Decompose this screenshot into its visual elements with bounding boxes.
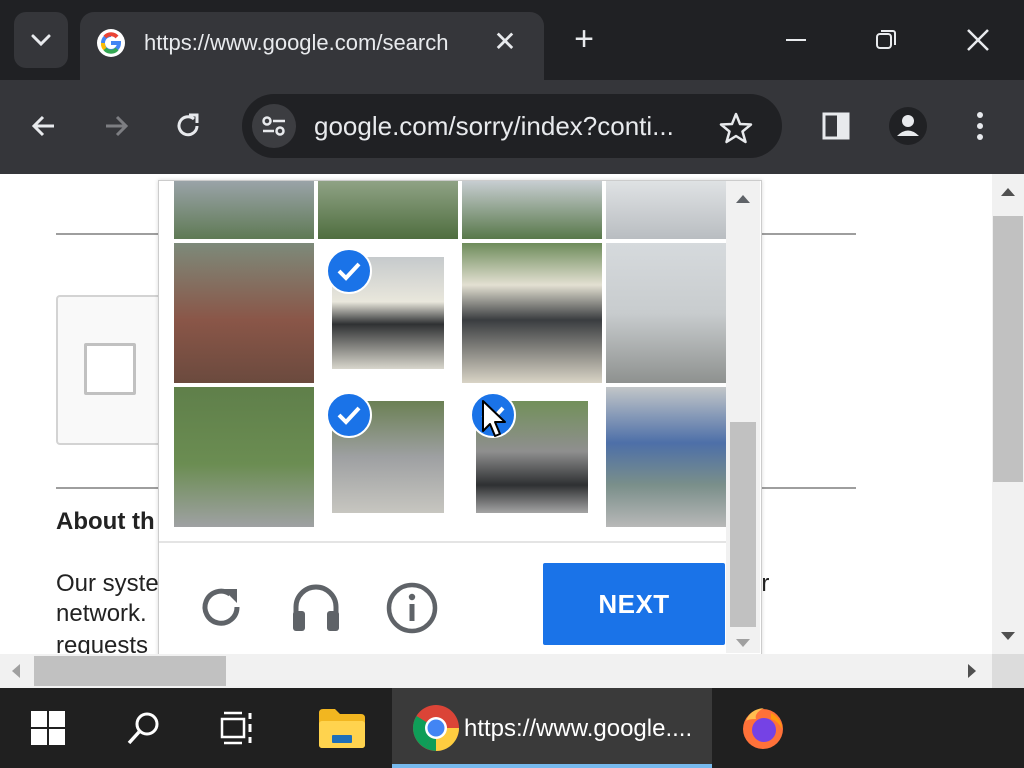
tab-search-button[interactable] xyxy=(14,12,68,68)
challenge-scrollbar[interactable] xyxy=(726,181,760,653)
scrollbar-corner xyxy=(992,654,1024,688)
section-heading: About th xyxy=(56,508,155,535)
tab-close-icon[interactable]: ✕ xyxy=(490,28,520,58)
chrome-icon xyxy=(413,705,459,751)
scroll-up-arrow-icon[interactable] xyxy=(735,193,751,205)
tab-title: https://www.google.com/search xyxy=(144,30,449,55)
minimize-button[interactable] xyxy=(776,20,816,60)
browser-toolbar: google.com/sorry/index?conti... xyxy=(0,80,1024,174)
arrow-right-icon xyxy=(106,115,129,137)
taskbar-chrome-button[interactable]: https://www.google.... xyxy=(392,688,712,768)
side-panel-button[interactable] xyxy=(816,106,856,146)
recaptcha-checkbox[interactable] xyxy=(84,343,136,395)
browser-tab[interactable]: https://www.google.com/search ✕ xyxy=(80,12,544,80)
mouse-cursor-icon xyxy=(482,400,506,437)
google-g-icon xyxy=(97,29,125,57)
scroll-down-arrow-icon[interactable] xyxy=(1000,630,1016,642)
taskbar-search-button[interactable] xyxy=(114,688,174,768)
scroll-right-arrow-icon[interactable] xyxy=(966,663,978,679)
url-text[interactable]: google.com/sorry/index?conti... xyxy=(314,110,714,142)
file-explorer-icon xyxy=(319,709,365,748)
image-tile[interactable] xyxy=(462,181,602,239)
minimize-icon xyxy=(786,39,806,41)
horizontal-scrollbar-thumb[interactable] xyxy=(34,656,226,686)
challenge-footer: NEXT xyxy=(159,541,727,659)
image-tile[interactable] xyxy=(606,387,726,527)
image-tile[interactable] xyxy=(174,387,314,527)
star-icon[interactable] xyxy=(718,110,754,146)
scroll-left-arrow-icon[interactable] xyxy=(10,663,22,679)
info-icon[interactable] xyxy=(385,581,439,635)
site-info-button[interactable] xyxy=(252,104,296,148)
firefox-icon xyxy=(743,708,783,749)
taskbar-chrome-label: https://www.google.... xyxy=(464,715,693,742)
challenge-scrollbar-thumb[interactable] xyxy=(730,422,756,627)
page-vertical-scrollbar[interactable] xyxy=(992,174,1024,654)
image-tile[interactable] xyxy=(462,243,602,383)
headphones-icon[interactable] xyxy=(289,581,343,633)
taskbar-firefox-button[interactable] xyxy=(732,688,794,768)
image-tile[interactable] xyxy=(174,243,314,383)
image-tile[interactable] xyxy=(174,181,314,239)
recaptcha-challenge: NEXT xyxy=(158,180,762,660)
file-explorer-button[interactable] xyxy=(310,688,374,768)
chrome-menu-button[interactable] xyxy=(960,106,1000,146)
search-icon xyxy=(127,712,159,745)
chevron-down-icon xyxy=(31,34,51,47)
close-icon xyxy=(967,29,989,51)
windows-start-icon xyxy=(31,711,65,745)
start-button[interactable] xyxy=(18,688,78,768)
profile-icon xyxy=(889,107,927,145)
kebab-menu-icon xyxy=(977,112,983,140)
reload-icon[interactable] xyxy=(197,583,245,631)
vertical-scrollbar-thumb[interactable] xyxy=(993,216,1023,482)
body-text-line: network. xyxy=(56,600,147,627)
task-view-icon xyxy=(220,711,252,745)
side-panel-icon xyxy=(822,112,850,140)
tune-icon xyxy=(262,116,285,136)
tab-strip: https://www.google.com/search ✕ + xyxy=(0,0,1024,80)
scroll-down-arrow-icon[interactable] xyxy=(735,637,751,649)
body-text-line: Our syste xyxy=(56,570,159,597)
tile-selected-check-icon xyxy=(326,248,372,294)
recaptcha-anchor xyxy=(56,295,164,445)
body-text-line: requests xyxy=(56,632,149,654)
active-window-indicator xyxy=(392,764,712,768)
new-tab-button[interactable]: + xyxy=(568,22,600,56)
image-tile[interactable] xyxy=(318,181,458,239)
reload-button[interactable] xyxy=(168,106,208,146)
page-horizontal-scrollbar[interactable] xyxy=(0,654,992,688)
tile-selected-check-icon xyxy=(326,392,372,438)
restore-icon xyxy=(876,30,896,49)
image-tile[interactable] xyxy=(606,181,726,239)
address-bar[interactable]: google.com/sorry/index?conti... xyxy=(242,94,782,158)
forward-button[interactable] xyxy=(96,106,136,146)
back-button[interactable] xyxy=(24,106,64,146)
restore-button[interactable] xyxy=(866,20,906,60)
task-view-button[interactable] xyxy=(208,688,268,768)
image-tile[interactable] xyxy=(606,243,726,383)
taskbar: https://www.google.... xyxy=(0,688,1024,768)
reload-icon xyxy=(177,113,199,137)
close-window-button[interactable] xyxy=(958,20,998,60)
arrow-left-icon xyxy=(31,115,54,137)
profile-button[interactable] xyxy=(888,106,928,146)
scroll-up-arrow-icon[interactable] xyxy=(1000,186,1016,198)
next-button[interactable]: NEXT xyxy=(543,563,725,645)
